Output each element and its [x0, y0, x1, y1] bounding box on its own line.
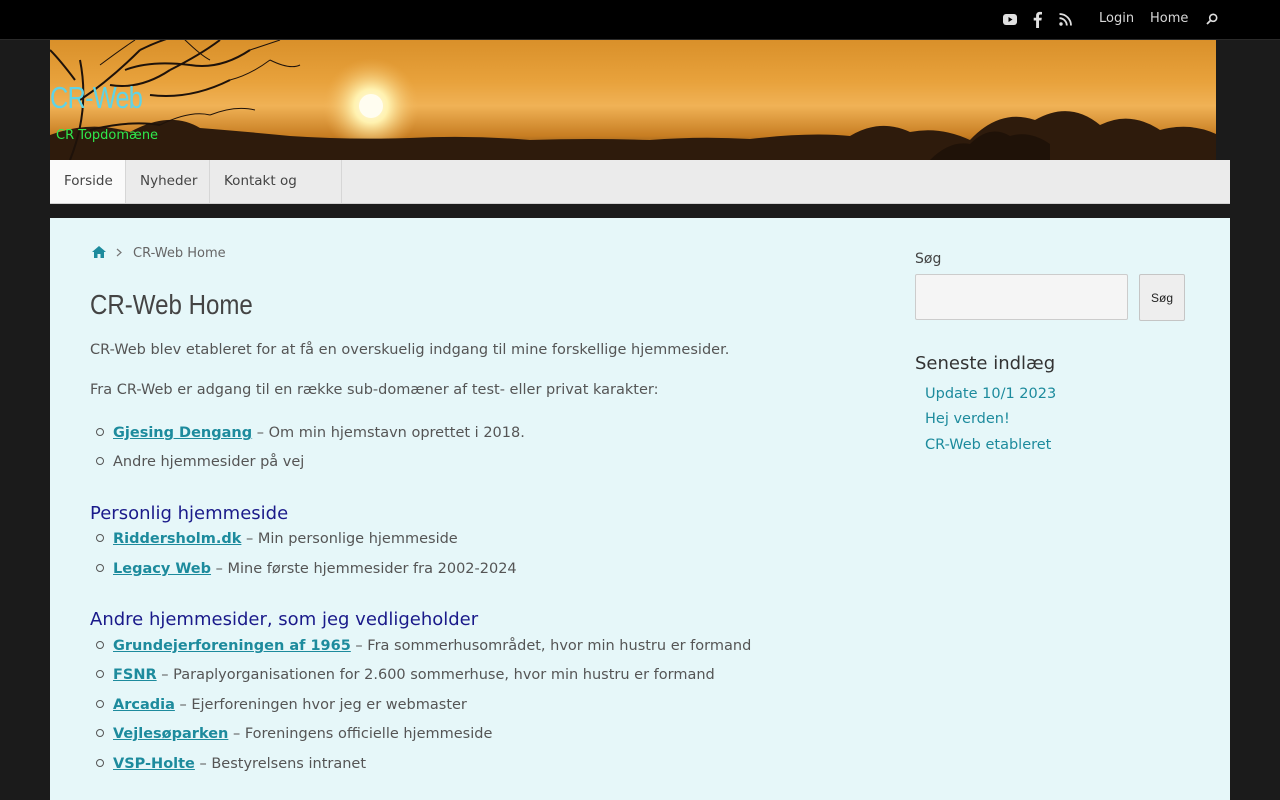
search-label: Søg: [915, 251, 942, 267]
list-item-text: – Bestyrelsens intranet: [194, 756, 367, 772]
home-icon[interactable]: [92, 246, 106, 260]
grundejerforeningen-link[interactable]: Grundejerforeningen af 1965: [113, 638, 351, 654]
bullet-icon: [96, 700, 104, 708]
page-title: CR-Web Home: [90, 289, 253, 320]
list-item-text: – Foreningens officielle hjemmeside: [228, 726, 493, 742]
chevron-right-icon: [116, 248, 124, 258]
section-heading-other-sites: Andre hjemmesider, som jeg vedligeholder: [90, 609, 479, 630]
recent-post-link[interactable]: Hej verden!: [925, 411, 1010, 427]
list-item-text: – Min personlige hjemmeside: [241, 531, 458, 547]
search-input[interactable]: [915, 274, 1128, 320]
home-link[interactable]: Home: [1150, 11, 1188, 26]
recent-posts-title: Seneste indlæg: [915, 353, 1056, 374]
intro-paragraph-2: Fra CR-Web er adgang til en række sub-do…: [90, 382, 659, 398]
site-title[interactable]: CR-Web: [50, 80, 143, 116]
bullet-icon: [96, 534, 104, 542]
search-icon[interactable]: [1205, 12, 1219, 26]
vejlesoparken-link[interactable]: Vejlesøparken: [113, 726, 228, 742]
list-item-text: – Ejerforeningen hvor jeg er webmaster: [174, 697, 467, 713]
header-banner: [50, 40, 1216, 160]
arcadia-link[interactable]: Arcadia: [113, 697, 175, 713]
list-item: VSP-Holte – Bestyrelsens intranet: [96, 756, 366, 772]
breadcrumb-current: CR-Web Home: [133, 245, 226, 261]
sunset-landscape-image: [50, 40, 1216, 160]
recent-post-link[interactable]: Update 10/1 2023: [925, 386, 1056, 402]
youtube-icon[interactable]: [1002, 12, 1017, 27]
bullet-icon: [96, 457, 104, 465]
fsnr-link[interactable]: FSNR: [113, 667, 157, 683]
gjesing-dengang-link[interactable]: Gjesing Dengang: [113, 425, 252, 441]
facebook-icon[interactable]: [1031, 10, 1043, 29]
header-gutter: [1216, 40, 1230, 160]
list-item: Arcadia – Ejerforeningen hvor jeg er web…: [96, 697, 467, 713]
bullet-icon: [96, 729, 104, 737]
nav-item-nyheder[interactable]: Nyheder: [126, 160, 210, 203]
vsp-holte-link[interactable]: VSP-Holte: [113, 756, 195, 772]
bullet-icon: [96, 428, 104, 436]
top-bar: Login Home: [0, 0, 1280, 40]
list-item-text: – Paraplyorganisationen for 2.600 sommer…: [156, 667, 715, 683]
login-link[interactable]: Login: [1099, 11, 1134, 26]
bullet-icon: [96, 564, 104, 572]
bullet-icon: [96, 759, 104, 767]
section-heading-personal: Personlig hjemmeside: [90, 503, 289, 524]
list-item: Andre hjemmesider på vej: [96, 454, 304, 470]
list-item-text: – Mine første hjemmesider fra 2002-2024: [211, 561, 517, 577]
list-item-text: – Om min hjemstavn oprettet i 2018.: [252, 425, 525, 441]
list-item-text: Andre hjemmesider på vej: [113, 454, 305, 470]
list-item: Grundejerforeningen af 1965 – Fra sommer…: [96, 638, 751, 654]
breadcrumb: CR-Web Home: [92, 244, 226, 262]
rss-icon[interactable]: [1058, 12, 1073, 27]
search-button[interactable]: Søg: [1139, 274, 1185, 321]
bullet-icon: [96, 670, 104, 678]
list-item-text: – Fra sommerhusområdet, hvor min hustru …: [350, 638, 752, 654]
list-item: Riddersholm.dk – Min personlige hjemmesi…: [96, 531, 458, 547]
nav-item-forside[interactable]: Forside: [50, 160, 126, 203]
intro-paragraph: CR-Web blev etableret for at få en overs…: [90, 342, 730, 358]
list-item: Vejlesøparken – Foreningens officielle h…: [96, 726, 492, 742]
main-nav: Forside Nyheder Kontakt og Links: [50, 160, 1230, 232]
list-item: Gjesing Dengang – Om min hjemstavn opret…: [96, 425, 525, 441]
riddersholm-link[interactable]: Riddersholm.dk: [113, 531, 241, 547]
list-item: Legacy Web – Mine første hjemmesider fra…: [96, 561, 517, 577]
recent-post-link[interactable]: CR-Web etableret: [925, 437, 1051, 453]
nav-item-kontakt-og-links[interactable]: Kontakt og Links: [210, 160, 342, 232]
list-item: FSNR – Paraplyorganisationen for 2.600 s…: [96, 667, 715, 683]
site-tagline: CR Topdomæne: [56, 128, 159, 143]
bullet-icon: [96, 641, 104, 649]
legacy-web-link[interactable]: Legacy Web: [113, 561, 211, 577]
